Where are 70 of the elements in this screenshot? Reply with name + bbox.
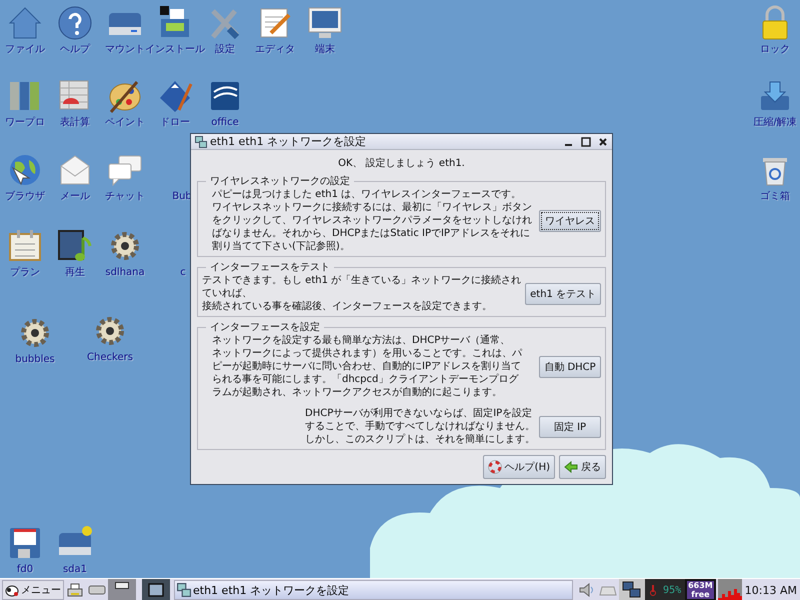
network-icon [177,583,191,597]
icon-label[interactable]: fd0 [16,564,34,576]
left-arrow-icon [564,461,578,473]
globe-icon[interactable] [7,152,43,188]
floppy-icon[interactable] [7,525,43,561]
icon-label[interactable]: ドロー [160,117,190,129]
icon-label[interactable]: 表計算 [60,117,90,129]
window-thumbnail-icon [148,583,164,597]
description-text: DHCPサーバが利用できないならば、固定IPを設定 することで、手動ですべてしなければなりません。 しかし、このスクリプトは、それを簡単にします。 [305,407,535,446]
workspace-switcher[interactable] [108,579,136,600]
section-title: インターフェースをテスト [209,261,331,274]
icon-label[interactable]: ブラウザ [5,191,45,203]
description-text: テストできます。もし eth1 が「生きている」ネットワークに接続され ていれば、 接続されている事を確認後、インターフェースを設定できます。 [202,274,522,313]
question-icon[interactable] [57,5,93,41]
action-button[interactable]: eth1 をテスト [525,282,602,304]
icon-label[interactable]: チャット [105,191,145,203]
window-thumbnail-icon [115,582,129,590]
icon-label[interactable]: ロック [760,44,790,56]
icon-label[interactable]: プラン [10,267,40,279]
thermometer-icon [649,584,658,596]
close-icon[interactable] [598,136,608,146]
menu-button[interactable]: メニュー [2,580,64,600]
icon-label[interactable]: エディタ [255,44,295,56]
drive-icon[interactable] [88,584,106,596]
action-button[interactable]: 固定 IP [539,416,601,438]
icon-label[interactable]: Checkers [87,352,133,364]
icon-label[interactable]: ゴミ箱 [760,191,790,203]
monitor-icon[interactable] [307,5,343,41]
cpu-graph-icon [718,579,742,600]
action-button[interactable]: ワイヤレス [539,210,601,232]
icon-label[interactable]: ワープロ [5,117,45,129]
icon-label[interactable]: 再生 [65,267,85,279]
icon-label[interactable]: 設定 [215,44,235,56]
icon-label[interactable]: office [211,117,239,129]
back-button[interactable]: 戻る [559,455,606,479]
lifebuoy-icon [488,460,502,474]
calendar-icon[interactable] [7,228,43,264]
printer-icon[interactable] [66,582,84,598]
icon-label[interactable]: ファイル [5,44,45,56]
help-button[interactable]: ヘルプ(H) [482,455,555,479]
icon-label[interactable]: 端末 [315,44,335,56]
icon-label[interactable]: マウント [105,44,145,56]
description-text: パピーは見つけました eth1 は、ワイヤレスインターフェースです。 ワイヤレスネットワークに接続するには、最初に「ワイヤレス」ボタン をクリックして、ワイヤレスネットワークパラメータをセットしなけれ ばなりません。それから、DHCPまたはStatic IPでIPアドレスをそれに 割り当てて下さい(下記参照)。 [211,188,533,253]
film-icon[interactable] [57,228,93,264]
network-icon[interactable] [622,581,642,599]
section-title: ワイヤレスネットワークの設定 [209,174,351,188]
icon-label[interactable]: 圧縮/解凍 [753,117,797,129]
icon-label[interactable]: ペイント [105,117,145,129]
dog-icon [5,583,19,597]
section-title: インターフェースを設定 [209,320,321,334]
icon-label[interactable]: インストール [145,44,205,56]
icon-label[interactable]: c [180,267,186,279]
maximize-icon[interactable] [581,136,591,146]
window-title: eth1 eth1 ネットワークを設定 [210,134,368,149]
description-text: ネットワークを設定する最も簡単な方法は、DHCPサーバ（通常、 ネットワークによって提供されます）を用いることです。これは、パ ピーが起動時にサーバに問い合わせ、自動的にIPアドレスを割り当て られる事を可能にします。「dhcpcd」クライアントデーモンプログ ラムが起動され、ネットワークアクセスが自動的に起こります。 [211,334,524,399]
icon-label[interactable]: ヘルプ [60,44,90,56]
icon-label[interactable]: メール [60,191,90,203]
cpu-reading: 95% [663,584,682,596]
network-icon [195,136,207,148]
speaker-icon[interactable] [579,583,596,597]
task-button[interactable]: eth1 eth1 ネットワークを設定 [174,580,574,600]
icon-label[interactable]: sda1 [62,564,88,576]
action-button[interactable]: 自動 DHCP [539,356,601,378]
clock: 10:13 AM [744,584,798,596]
icon-label[interactable]: sdlhana [105,267,145,279]
dialog-heading: OK、 設定しましょう eth1. [337,156,466,170]
memory-indicator: 663M free [685,579,716,600]
workspace-switcher[interactable] [142,579,170,600]
icon-label[interactable]: bubbles [15,354,55,366]
palette-icon[interactable] [107,78,143,114]
